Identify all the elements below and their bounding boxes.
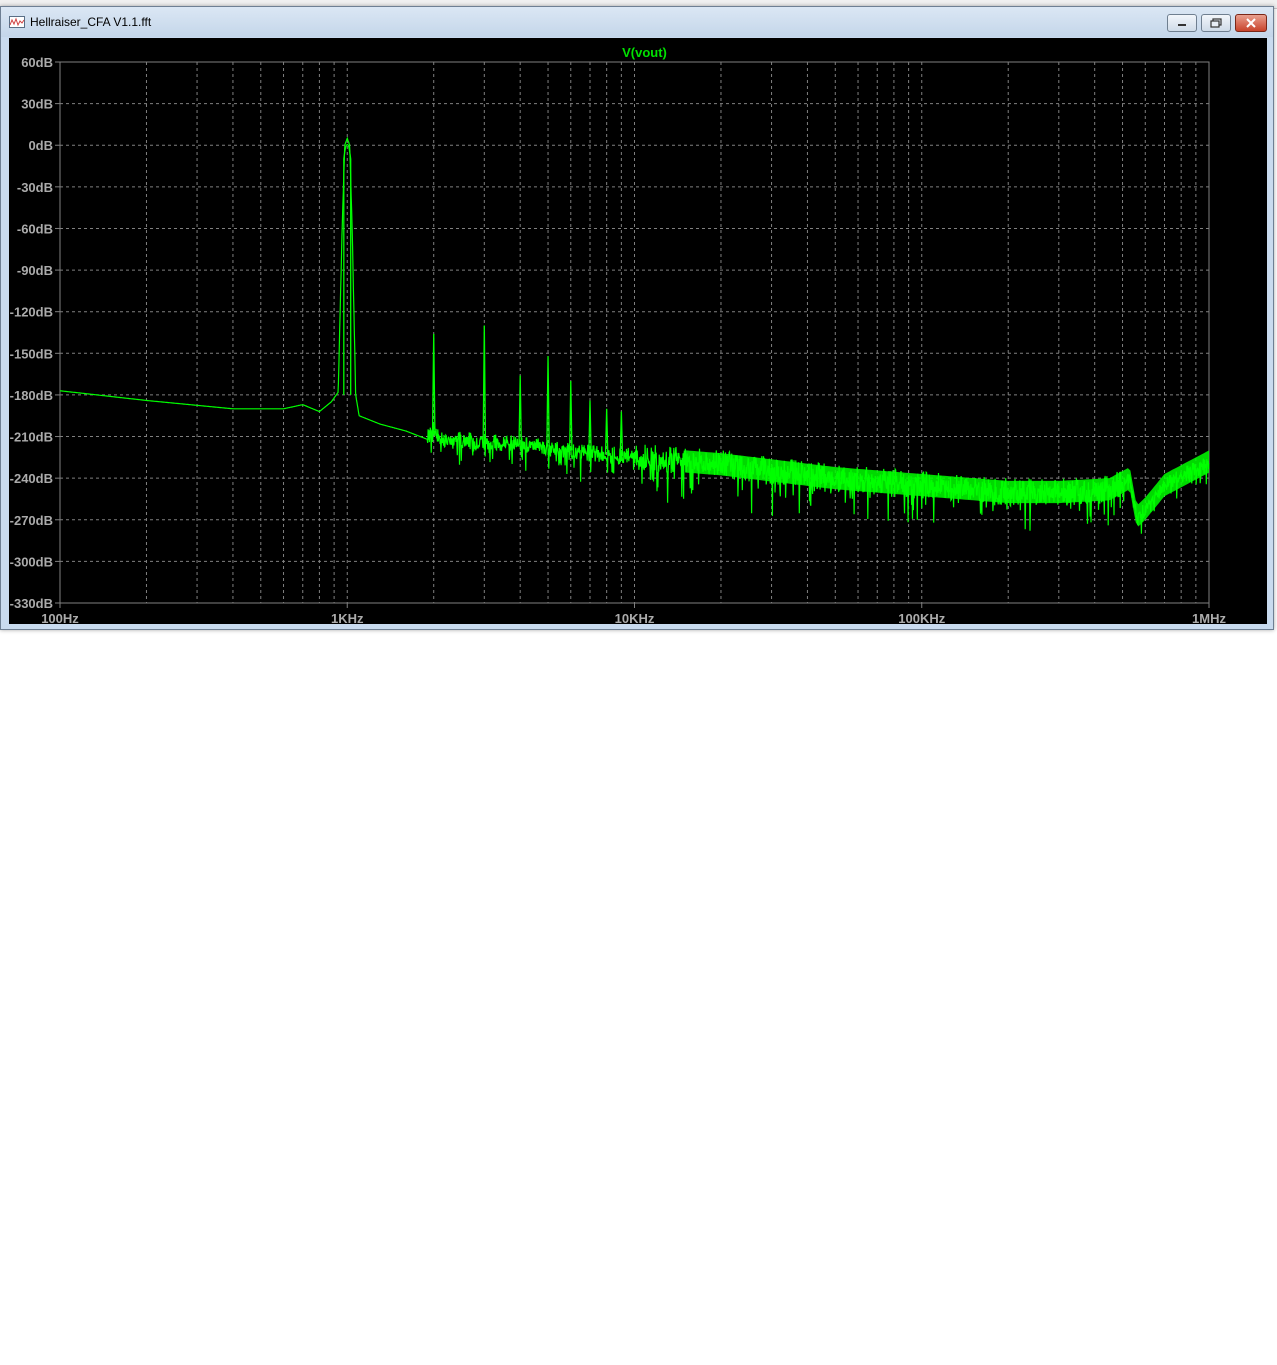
y-tick-label: 30dB [21, 97, 53, 112]
y-tick-label: -270dB [10, 513, 53, 528]
y-tick-label: -330dB [10, 596, 53, 611]
harmonic-peak [431, 333, 436, 430]
y-tick-label: -30dB [17, 180, 53, 195]
y-tick-label: -150dB [10, 346, 53, 361]
close-icon [1246, 18, 1256, 28]
waveform-window: Hellraiser_CFA V1.1.fft 60dB 30dB 0dB -30dB… [0, 6, 1274, 630]
close-button[interactable] [1235, 14, 1267, 32]
trace-line [60, 136, 1210, 534]
y-tick-label: -210dB [10, 430, 53, 445]
minimize-button[interactable] [1167, 14, 1197, 32]
maximize-button[interactable] [1201, 14, 1231, 32]
title-bar[interactable]: Hellraiser_CFA V1.1.fft [1, 7, 1273, 37]
x-tick-label: 100KHz [898, 611, 945, 624]
fft-plot[interactable]: 60dB 30dB 0dB -30dB -60dB -90dB -120dB -150dB -1… [9, 38, 1267, 624]
waveform-icon [9, 16, 25, 28]
x-tick-label: 10KHz [615, 611, 655, 624]
harmonic-peak [588, 400, 592, 454]
x-tick-label: 1KHz [331, 611, 364, 624]
y-tick-label: -240dB [10, 471, 53, 486]
y-tick-label: -120dB [10, 305, 53, 320]
y-tick-label: 60dB [21, 55, 53, 70]
y-tick-label: -300dB [10, 554, 53, 569]
y-tick-label: -90dB [17, 263, 53, 278]
plot-area[interactable]: 60dB 30dB 0dB -30dB -60dB -90dB -120dB -150dB -1… [9, 38, 1267, 624]
harmonic-peak [546, 356, 550, 447]
maximize-icon [1210, 18, 1222, 28]
trace-title: V(vout) [622, 45, 667, 60]
y-tick-label: -60dB [17, 221, 53, 236]
window-title: Hellraiser_CFA V1.1.fft [30, 15, 152, 29]
y-tick-label: -180dB [10, 388, 53, 403]
harmonic-peak [619, 411, 624, 456]
minimize-icon [1178, 24, 1186, 26]
x-tick-label: 1MHz [1192, 611, 1226, 624]
trace-noise-band [685, 450, 1209, 527]
y-tick-label: 0dB [28, 138, 53, 153]
x-tick-label: 100Hz [41, 611, 79, 624]
